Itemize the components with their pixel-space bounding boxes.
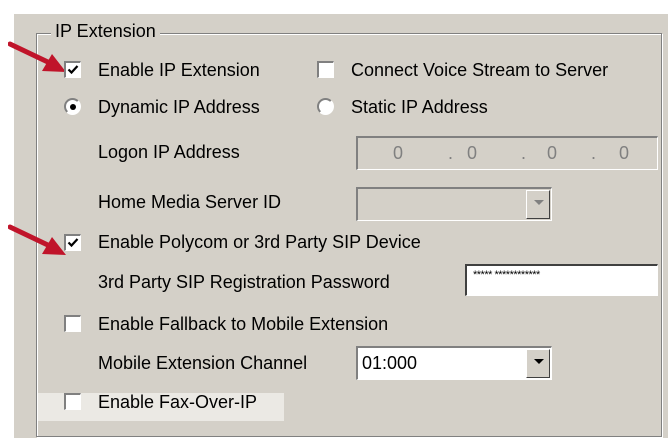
enable-ip-extension-checkbox[interactable]: [64, 61, 81, 78]
ip-octet: 0: [546, 143, 557, 163]
checkmark-icon: [67, 65, 79, 75]
ip-octet: 0: [618, 143, 629, 163]
dropdown-button[interactable]: [526, 349, 550, 378]
enable-polycom-checkbox[interactable]: [64, 234, 81, 251]
sip-password-label: 3rd Party SIP Registration Password: [98, 272, 390, 292]
home-media-server-label: Home Media Server ID: [98, 192, 282, 212]
enable-fax-checkbox[interactable]: [64, 393, 81, 410]
enable-fallback-checkbox[interactable]: [64, 315, 81, 332]
ip-separator: .: [591, 143, 597, 163]
static-ip-radio[interactable]: [317, 98, 334, 115]
red-arrow-icon: [8, 41, 66, 72]
logon-ip-field[interactable]: 0 . 0 . 0 . 0: [356, 136, 658, 170]
checkmark-icon: [67, 238, 79, 248]
enable-polycom-label: Enable Polycom or 3rd Party SIP Device: [98, 232, 421, 252]
ip-separator: .: [448, 143, 454, 163]
red-arrow-icon: [8, 224, 66, 255]
home-media-server-select[interactable]: [356, 187, 552, 221]
enable-ip-extension-label: Enable IP Extension: [98, 60, 260, 80]
dynamic-ip-radio[interactable]: [64, 98, 81, 115]
ip-separator: .: [521, 143, 527, 163]
dropdown-button[interactable]: [526, 190, 550, 219]
logon-ip-label: Logon IP Address: [98, 142, 240, 162]
ip-octet: 0: [392, 143, 403, 163]
group-title: IP Extension: [51, 20, 160, 42]
enable-fallback-label: Enable Fallback to Mobile Extension: [98, 314, 389, 334]
mobile-channel-label: Mobile Extension Channel: [98, 353, 308, 373]
chevron-down-icon: [534, 200, 544, 205]
ip-octet: 0: [466, 143, 477, 163]
connect-voice-stream-checkbox[interactable]: [317, 61, 334, 78]
sip-password-input[interactable]: ***** ************: [465, 264, 658, 296]
enable-fax-label: Enable Fax-Over-IP: [98, 392, 258, 412]
sip-password-value: ***** ************: [473, 269, 540, 281]
static-ip-label: Static IP Address: [351, 97, 488, 117]
connect-voice-stream-label: Connect Voice Stream to Server: [351, 60, 609, 80]
chevron-down-icon: [534, 359, 544, 364]
mobile-channel-select[interactable]: 01:000: [356, 346, 552, 380]
mobile-channel-value: 01:000: [362, 353, 418, 373]
dynamic-ip-label: Dynamic IP Address: [98, 97, 260, 117]
